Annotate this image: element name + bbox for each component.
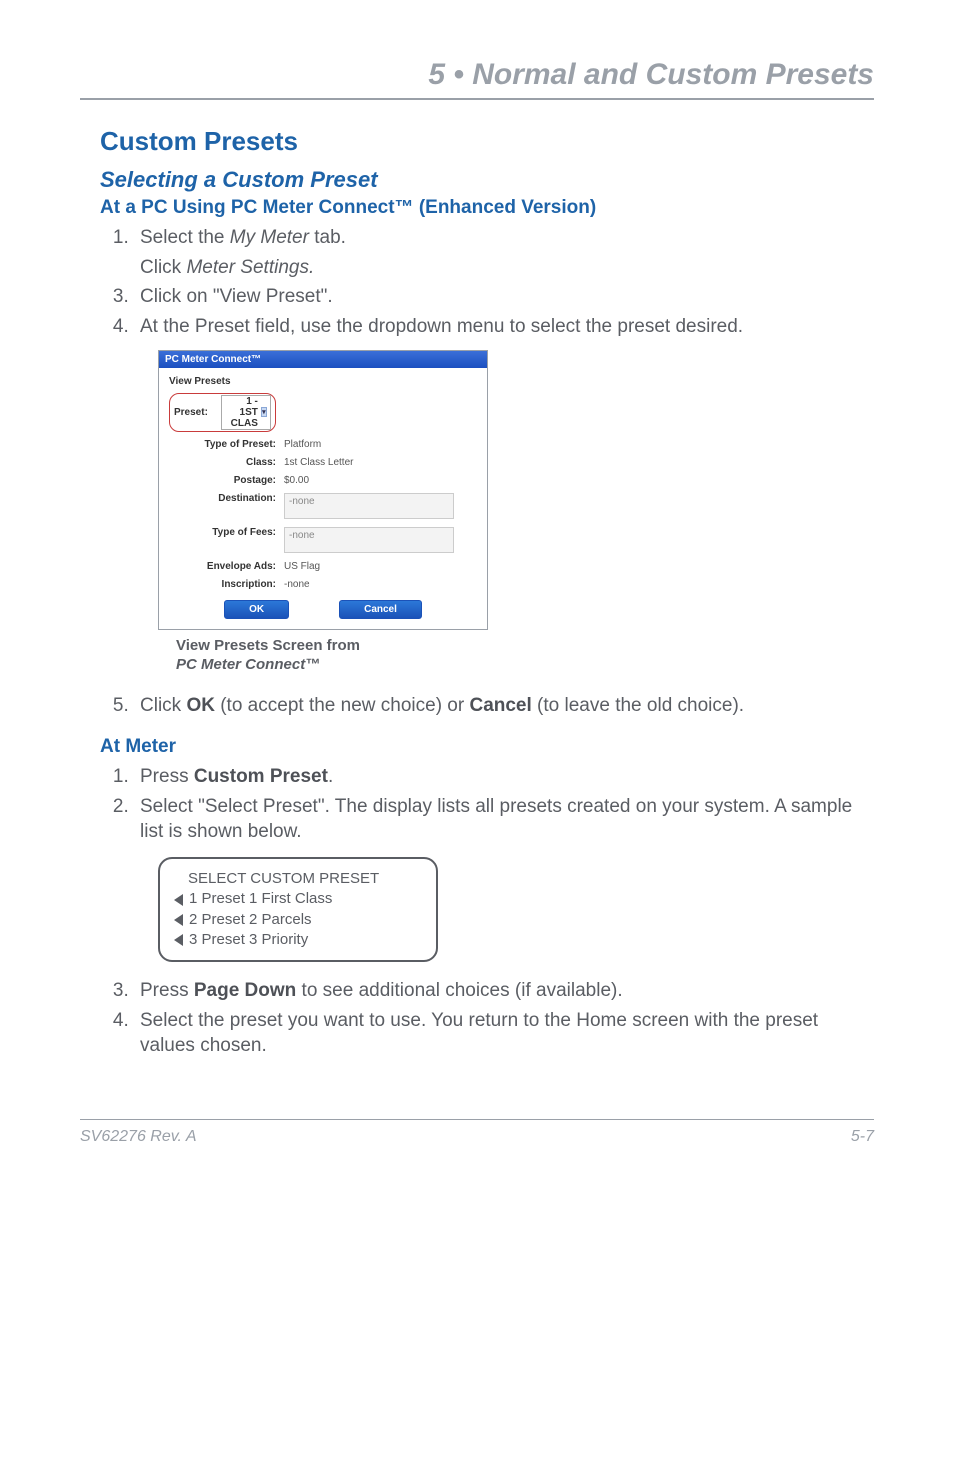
button-row: OK Cancel: [169, 600, 477, 619]
lcd-display: SELECT CUSTOM PRESET 1 Preset 1 First Cl…: [158, 857, 438, 962]
lcd-item: 3 Preset 3 Priority: [189, 930, 308, 950]
row-type-of-fees: Type of Fees: -none: [169, 525, 477, 553]
text: (to accept the new choice) or: [215, 695, 470, 716]
text-bold: Custom Preset: [194, 766, 328, 787]
text: Press: [140, 766, 194, 787]
label-postage: Postage:: [169, 473, 284, 486]
lcd-row: 3 Preset 3 Priority: [174, 930, 424, 950]
text: At the Preset field, use the dropdown me…: [140, 316, 743, 337]
value-destination: -none: [284, 493, 454, 519]
text: to see additional choices (if available)…: [296, 980, 622, 1001]
list-item: Select "Select Preset". The display list…: [134, 794, 874, 845]
text: Press: [140, 980, 194, 1001]
list-item: Click Meter Settings.: [134, 255, 874, 281]
row-postage: Postage: $0.00: [169, 473, 477, 486]
footer-right: 5-7: [851, 1128, 874, 1146]
list-item: Press Custom Preset.: [134, 764, 874, 790]
heading-selecting: Selecting a Custom Preset: [100, 167, 874, 193]
preset-dropdown-value: 1 - 1ST CLAS: [225, 396, 257, 429]
list-item: Select the preset you want to use. You r…: [134, 1008, 874, 1059]
value-inscription: -none: [284, 577, 477, 590]
window-titlebar: PC Meter Connect™: [159, 351, 487, 368]
lcd-item: 2 Preset 2 Parcels: [189, 910, 312, 930]
text-italic: My Meter: [230, 227, 309, 248]
screenshot-caption: View Presets Screen from PC Meter Connec…: [176, 636, 874, 675]
row-type-of-preset: Type of Preset: Platform: [169, 437, 477, 450]
caption-line1: View Presets Screen from: [176, 637, 360, 654]
text: Click: [140, 695, 186, 716]
screenshot-container: PC Meter Connect™ View Presets Preset: 1…: [158, 350, 874, 630]
label-type-of-fees: Type of Fees:: [169, 525, 284, 538]
page-footer: SV62276 Rev. A 5-7: [80, 1119, 874, 1146]
value-type-of-preset: Platform: [284, 437, 477, 450]
text: Click: [140, 257, 186, 278]
text: Select the preset you want to use. You r…: [140, 1010, 818, 1057]
label-envelope-ads: Envelope Ads:: [169, 559, 284, 572]
heading-at-meter: At Meter: [100, 736, 874, 758]
text: tab.: [309, 227, 346, 248]
row-envelope-ads: Envelope Ads: US Flag: [169, 559, 477, 572]
list-item: Click OK (to accept the new choice) or C…: [134, 693, 874, 719]
text: .: [328, 766, 333, 787]
text: Click on "View Preset".: [140, 286, 333, 307]
heading-pc-meter-connect: At a PC Using PC Meter Connect™ (Enhance…: [100, 197, 874, 219]
preset-dropdown[interactable]: 1 - 1ST CLAS ▾: [221, 395, 271, 430]
chevron-down-icon: ▾: [261, 407, 267, 417]
label-type-of-preset: Type of Preset:: [169, 437, 284, 450]
label-inscription: Inscription:: [169, 577, 284, 590]
lcd-title: SELECT CUSTOM PRESET: [174, 869, 424, 889]
text: Select the: [140, 227, 230, 248]
caption-line2: PC Meter Connect™: [176, 656, 320, 673]
triangle-left-icon: [174, 934, 183, 946]
label-destination: Destination:: [169, 491, 284, 504]
chapter-title: 5 • Normal and Custom Presets: [80, 58, 874, 100]
list-item: At the Preset field, use the dropdown me…: [134, 314, 874, 340]
value-class: 1st Class Letter: [284, 455, 477, 468]
meter-step-list: Press Custom Preset. Select "Select Pres…: [100, 764, 874, 845]
list-item: Click on "View Preset".: [134, 284, 874, 310]
ok-button[interactable]: OK: [224, 600, 289, 619]
value-type-of-fees: -none: [284, 527, 454, 553]
footer-left: SV62276 Rev. A: [80, 1128, 197, 1146]
text: Select "Select Preset". The display list…: [140, 796, 852, 843]
window-panel: View Presets Preset: 1 - 1ST CLAS ▾: [159, 368, 487, 629]
text: (to leave the old choice).: [532, 695, 744, 716]
preset-highlight: Preset: 1 - 1ST CLAS ▾: [169, 393, 276, 432]
row-class: Class: 1st Class Letter: [169, 455, 477, 468]
cancel-button[interactable]: Cancel: [339, 600, 422, 619]
row-inscription: Inscription: -none: [169, 577, 477, 590]
lcd-row: 2 Preset 2 Parcels: [174, 910, 424, 930]
label-preset: Preset:: [174, 407, 208, 418]
pc-step-list-cont: Click OK (to accept the new choice) or C…: [100, 693, 874, 719]
text-bold: Page Down: [194, 980, 296, 1001]
value-postage: $0.00: [284, 473, 477, 486]
list-item: Select the My Meter tab.: [134, 225, 874, 251]
text-bold: OK: [186, 695, 215, 716]
text-bold: Cancel: [469, 695, 531, 716]
lcd-item: 1 Preset 1 First Class: [189, 889, 332, 909]
lcd-row: 1 Preset 1 First Class: [174, 889, 424, 909]
row-destination: Destination: -none: [169, 491, 477, 519]
list-item: Press Page Down to see additional choice…: [134, 978, 874, 1004]
page: 5 • Normal and Custom Presets Custom Pre…: [0, 0, 954, 1176]
panel-title: View Presets: [169, 376, 477, 387]
text-italic: Meter Settings.: [186, 257, 314, 278]
label-class: Class:: [169, 455, 284, 468]
meter-step-list-cont: Press Page Down to see additional choice…: [100, 978, 874, 1059]
triangle-left-icon: [174, 914, 183, 926]
pc-step-list: Select the My Meter tab. Click Meter Set…: [100, 225, 874, 340]
row-preset: Preset: 1 - 1ST CLAS ▾: [169, 393, 477, 432]
value-envelope-ads: US Flag: [284, 559, 477, 572]
triangle-left-icon: [174, 894, 183, 906]
heading-custom-presets: Custom Presets: [100, 126, 874, 157]
app-window: PC Meter Connect™ View Presets Preset: 1…: [158, 350, 488, 630]
